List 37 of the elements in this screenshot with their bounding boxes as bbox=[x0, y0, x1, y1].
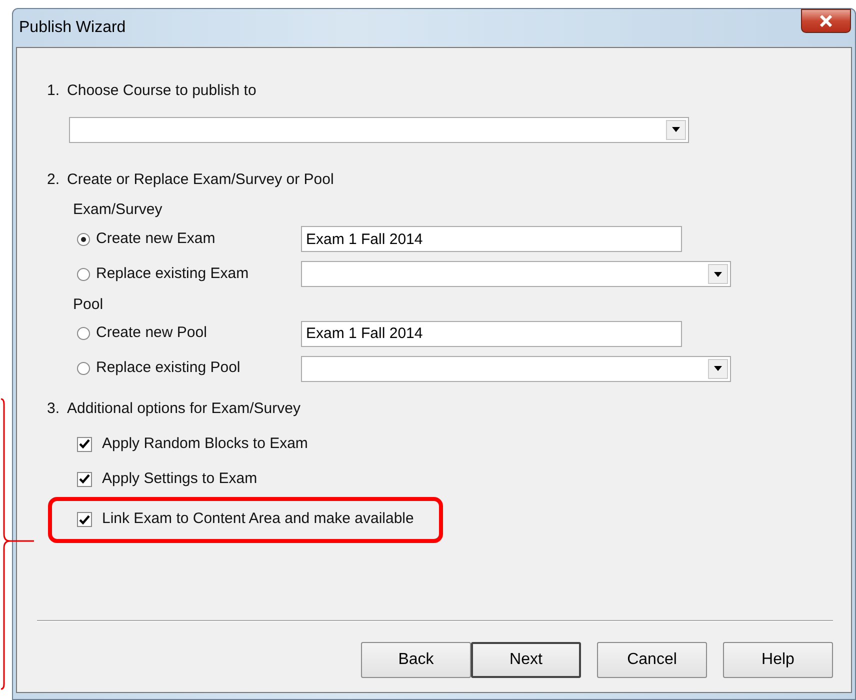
dropdown-arrow-icon bbox=[714, 272, 722, 276]
option-label: Replace existing Exam bbox=[96, 264, 249, 284]
option-label: Apply Settings to Exam bbox=[102, 468, 258, 489]
radio-button[interactable] bbox=[77, 232, 90, 246]
checkbox[interactable] bbox=[77, 436, 92, 452]
section-heading: Create or Replace Exam/Survey or Pool bbox=[67, 170, 334, 190]
checkbox[interactable] bbox=[77, 472, 92, 486]
option-label: Replace existing Pool bbox=[96, 358, 240, 378]
dropdown-field[interactable] bbox=[301, 261, 731, 287]
radio-button[interactable] bbox=[77, 327, 90, 340]
group-label: Exam/Survey bbox=[73, 200, 164, 220]
radio-button[interactable] bbox=[77, 268, 90, 280]
section-heading: Additional options for Exam/Survey bbox=[67, 399, 300, 419]
step-number: 1. bbox=[47, 81, 60, 101]
text-field[interactable]: Exam 1 Fall 2014 bbox=[301, 320, 682, 346]
option-label: Link Exam to Content Area and make available bbox=[102, 509, 414, 530]
dropdown-arrow-icon bbox=[714, 366, 722, 371]
dropdown-field[interactable] bbox=[69, 116, 689, 142]
option-label: Create new Pool bbox=[96, 323, 207, 344]
option-label: Create new Exam bbox=[96, 228, 216, 249]
window-title: Publish Wizard bbox=[19, 18, 126, 38]
close-icon bbox=[819, 15, 833, 27]
step-number: 3. bbox=[47, 399, 60, 419]
wizard-button[interactable]: Next bbox=[471, 642, 581, 678]
wizard-button[interactable]: Back bbox=[361, 642, 471, 678]
wizard-button[interactable]: Help bbox=[723, 642, 833, 678]
option-label: Apply Random Blocks to Exam bbox=[102, 434, 308, 454]
section-heading: Choose Course to publish to bbox=[67, 81, 256, 101]
dropdown-arrow-icon bbox=[672, 127, 680, 132]
radio-button[interactable] bbox=[77, 362, 90, 375]
close-button[interactable] bbox=[801, 9, 851, 33]
checkbox[interactable] bbox=[77, 512, 92, 527]
step-number: 2. bbox=[47, 170, 60, 190]
wizard-button[interactable]: Cancel bbox=[597, 642, 707, 678]
text-field[interactable]: Exam 1 Fall 2014 bbox=[301, 226, 682, 252]
dropdown-field[interactable] bbox=[301, 356, 731, 382]
group-label: Pool bbox=[73, 294, 104, 314]
